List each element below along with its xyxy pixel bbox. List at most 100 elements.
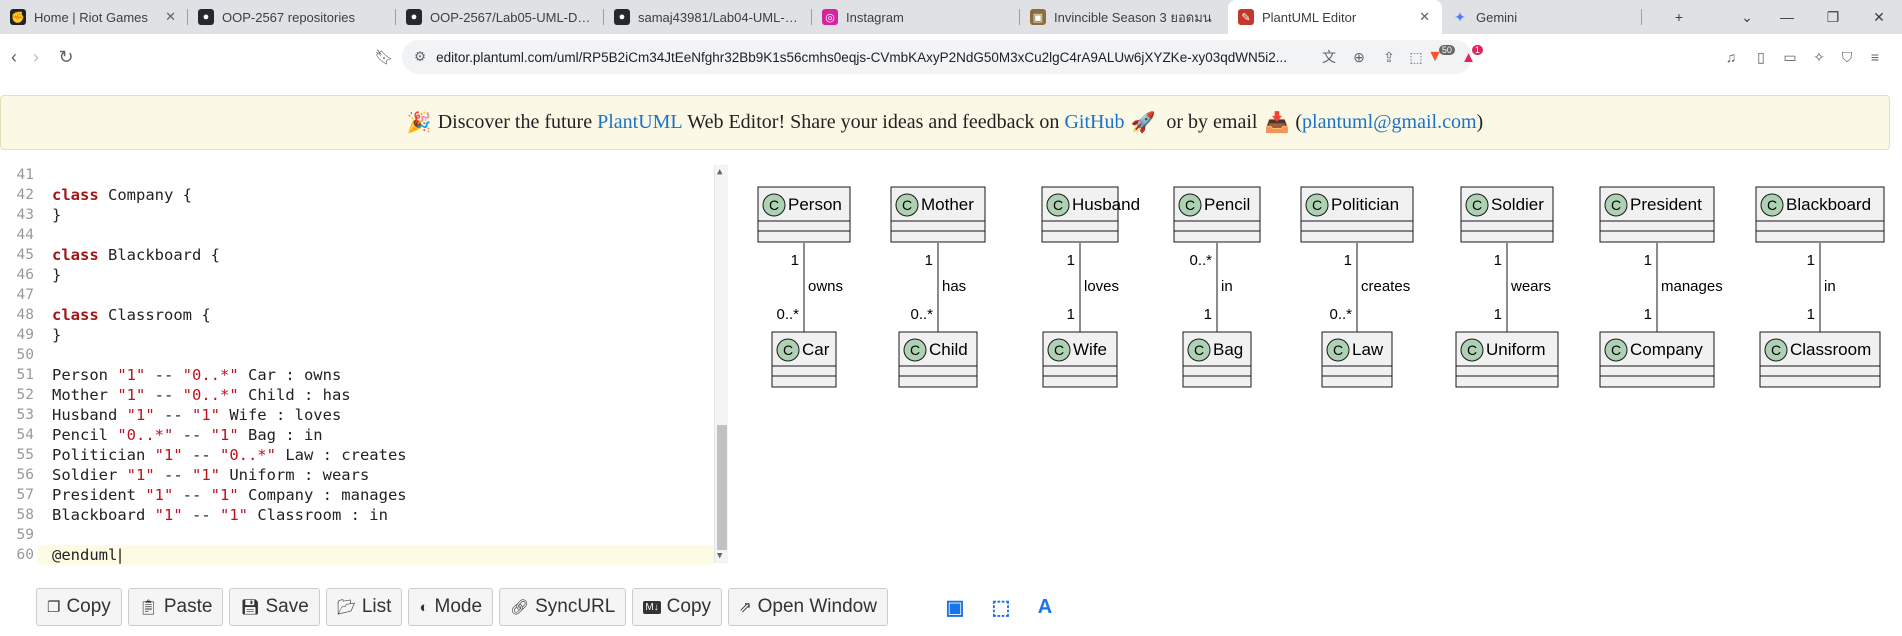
tab-3[interactable]: ● OOP-2567/Lab05-UML-Diagra xyxy=(396,0,604,34)
copy-button[interactable]: ❐ Copy xyxy=(36,588,122,626)
instagram-icon: ◎ xyxy=(822,9,838,25)
png-image-icon[interactable]: ▣ xyxy=(941,593,969,621)
tab-1[interactable]: ✊ Home | Riot Games ✕ xyxy=(0,0,188,34)
banner-open-paren: ( xyxy=(1295,111,1303,133)
code-line[interactable]: } xyxy=(52,265,61,285)
sidebar-icon[interactable]: ▯ xyxy=(1750,40,1772,74)
restore-button[interactable]: ❐ xyxy=(1810,0,1856,34)
scroll-up-icon[interactable]: ▲ xyxy=(717,167,722,177)
tab-close-icon[interactable]: ✕ xyxy=(165,9,176,25)
text-cursor: | xyxy=(115,546,125,564)
ascii-text-icon[interactable]: A xyxy=(1031,593,1059,621)
code-line[interactable]: class Classroom { xyxy=(52,305,211,325)
save-icon: 💾︎ xyxy=(240,599,260,616)
tab-8[interactable]: ✦ Gemini xyxy=(1442,0,1642,34)
association-label: creates xyxy=(1361,278,1410,295)
new-tab-button[interactable]: + xyxy=(1656,0,1702,34)
github-link[interactable]: GitHub xyxy=(1064,111,1124,134)
multiplicity-from: 1 xyxy=(1807,252,1815,269)
class-name: Classroom xyxy=(1790,340,1871,359)
address-bar[interactable]: ⚙ editor.plantuml.com/uml/RP5B2iCm34JtEe… xyxy=(402,40,1472,74)
button-label: Open Window xyxy=(757,596,877,617)
share-icon[interactable]: ⇪ xyxy=(1378,40,1400,74)
code-line[interactable]: Pencil "0..*" -- "1" Bag : in xyxy=(52,425,323,445)
code-token: class xyxy=(52,246,99,264)
code-line[interactable]: } xyxy=(52,325,61,345)
forward-icon[interactable]: › xyxy=(22,43,50,71)
copy-button[interactable]: M↓ Copy xyxy=(632,588,723,626)
class-marker: C xyxy=(769,197,779,213)
class-marker: C xyxy=(1771,342,1781,358)
class-name: Child xyxy=(929,340,968,359)
line-number: 60 xyxy=(16,547,34,563)
code-token: Person xyxy=(52,366,118,384)
menu-icon[interactable]: ≡ xyxy=(1864,40,1886,74)
url-text[interactable]: editor.plantuml.com/uml/RP5B2iCm34JtEeNf… xyxy=(436,50,1336,65)
new-tab-label: + xyxy=(1674,9,1684,25)
line-number: 51 xyxy=(16,367,34,383)
code-line[interactable]: class Company { xyxy=(52,185,192,205)
code-token: } xyxy=(52,266,62,284)
github-icon: ● xyxy=(406,9,422,25)
code-line[interactable]: Husband "1" -- "1" Wife : loves xyxy=(52,405,341,425)
class-marker: C xyxy=(1611,197,1621,213)
vpn-icon[interactable]: ⛉ xyxy=(1836,40,1858,74)
association-label: has xyxy=(942,278,966,295)
plantuml-link[interactable]: PlantUML xyxy=(597,111,683,134)
association-label: owns xyxy=(808,278,843,295)
svg-frame-icon[interactable]: ⬚ xyxy=(987,593,1015,621)
leo-icon[interactable]: ✧ xyxy=(1808,40,1830,74)
code-line[interactable]: } xyxy=(52,205,61,225)
tab-4[interactable]: ● samaj43981/Lab04-UML-Diag xyxy=(604,0,812,34)
class-name: Uniform xyxy=(1486,340,1546,359)
media-icon[interactable]: ♫ xyxy=(1720,40,1742,74)
code-editor[interactable]: ▲ ▼ 41 42 class Company {43} 44 45 class Blac… xyxy=(0,165,732,565)
scroll-down-icon[interactable]: ▼ xyxy=(717,551,722,561)
wallet-icon[interactable]: ▭ xyxy=(1779,40,1801,74)
close-window-button[interactable]: ✕ xyxy=(1856,0,1902,34)
class-name: Car xyxy=(802,340,830,359)
syncurl-button[interactable]: 🔗︎ SyncURL xyxy=(499,588,627,626)
code-line[interactable]: Person "1" -- "0..*" Car : owns xyxy=(52,365,341,385)
tab-5[interactable]: ◎ Instagram xyxy=(812,0,1020,34)
code-line[interactable]: Soldier "1" -- "1" Uniform : wears xyxy=(52,465,369,485)
tab-2[interactable]: ● OOP-2567 repositories xyxy=(188,0,396,34)
code-token: Soldier xyxy=(52,466,127,484)
email-link[interactable]: plantuml@gmail.com xyxy=(1302,111,1477,134)
rewards-icon[interactable]: ▲ 1 xyxy=(1458,40,1486,74)
code-line[interactable]: Politician "1" -- "0..*" Law : creates xyxy=(52,445,407,465)
site-info-icon[interactable]: ⚙ xyxy=(414,49,426,65)
save-button[interactable]: 💾︎ Save xyxy=(229,588,320,626)
class-name: Blackboard xyxy=(1786,195,1871,214)
tab-close-icon[interactable]: ✕ xyxy=(1419,9,1430,25)
line-number: 54 xyxy=(16,427,34,443)
bookmark-icon[interactable]: 🔖︎ xyxy=(370,43,398,71)
code-token: "1" xyxy=(145,486,174,504)
translate-icon[interactable]: 文 xyxy=(1318,40,1340,74)
editor-scrollbar[interactable]: ▲ ▼ xyxy=(714,165,728,563)
class-marker: C xyxy=(1312,197,1322,213)
code-token: } xyxy=(52,206,62,224)
class-name: Person xyxy=(788,195,842,214)
code-line[interactable]: President "1" -- "1" Company : manages xyxy=(52,485,407,505)
code-line[interactable]: class Blackboard { xyxy=(52,245,220,265)
party-icon: 🎉 xyxy=(406,112,432,134)
reload-icon[interactable]: ↻ xyxy=(52,43,80,71)
code-line[interactable]: Blackboard "1" -- "1" Classroom : in xyxy=(52,505,388,525)
tab-6[interactable]: ▣ Invincible Season 3 ยอดมน xyxy=(1020,0,1228,34)
tab-7[interactable]: ✎ PlantUML Editor ✕ xyxy=(1228,0,1442,34)
scrollbar-thumb[interactable] xyxy=(717,425,727,550)
zoom-icon[interactable]: ⊕ xyxy=(1348,40,1370,74)
open-window-button[interactable]: ⇗ Open Window xyxy=(728,588,888,626)
code-line[interactable]: @enduml| xyxy=(52,545,125,565)
mode-button[interactable]: ◐ Mode xyxy=(408,588,494,626)
minimize-button[interactable]: — xyxy=(1764,0,1810,34)
code-token: class xyxy=(52,186,99,204)
code-token: Company { xyxy=(98,186,192,204)
list-button[interactable]: 📂︎ List xyxy=(325,588,403,626)
class-marker: C xyxy=(1054,342,1064,358)
paste-button[interactable]: 📋︎ Paste xyxy=(127,588,224,626)
line-number: 46 xyxy=(16,267,34,283)
line-number: 43 xyxy=(16,207,34,223)
code-line[interactable]: Mother "1" -- "0..*" Child : has xyxy=(52,385,351,405)
